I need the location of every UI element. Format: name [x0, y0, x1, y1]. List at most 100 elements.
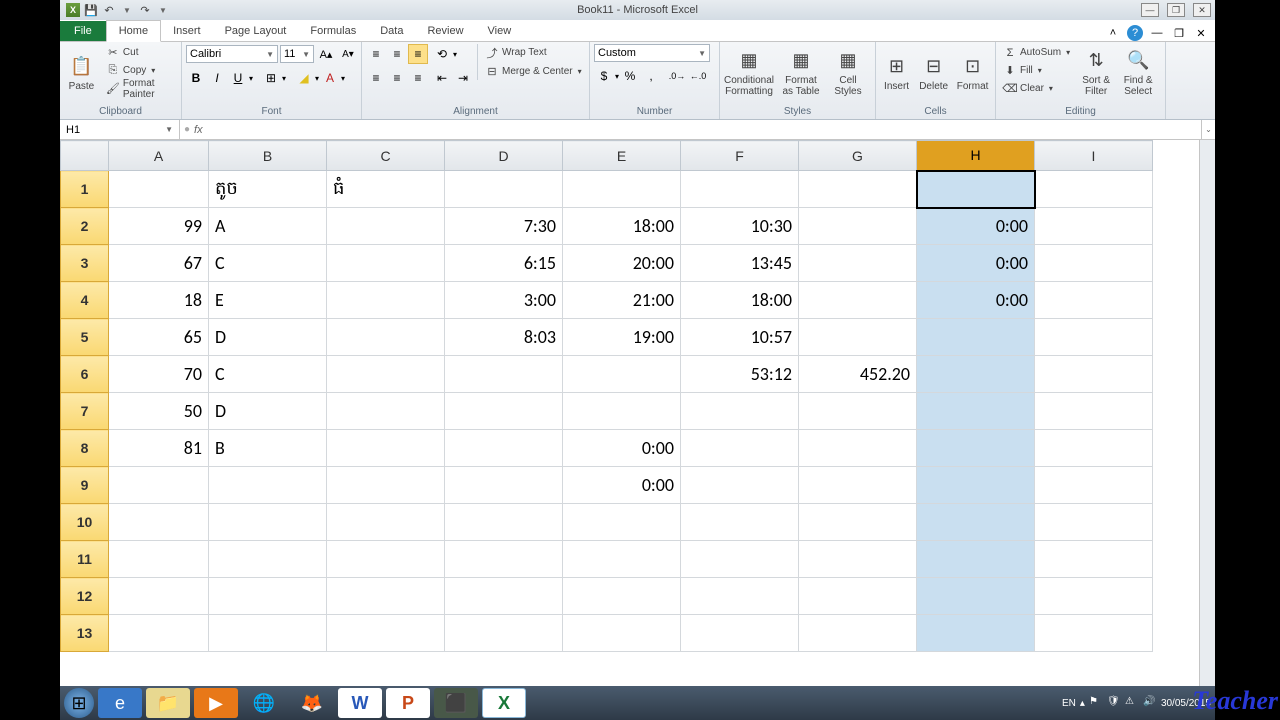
- tray-chevron-icon[interactable]: ▴: [1080, 698, 1085, 709]
- row-header-6[interactable]: 6: [61, 356, 109, 393]
- cell-B13[interactable]: [209, 615, 327, 652]
- cell-E6[interactable]: [563, 356, 681, 393]
- row-header-10[interactable]: 10: [61, 504, 109, 541]
- find-select-button[interactable]: 🔍Find & Select: [1119, 44, 1157, 102]
- cell-G11[interactable]: [799, 541, 917, 578]
- col-header-B[interactable]: B: [209, 141, 327, 171]
- cell-I1[interactable]: [1035, 171, 1153, 208]
- decrease-font-icon[interactable]: A▾: [338, 44, 358, 64]
- cell-C11[interactable]: [327, 541, 445, 578]
- undo-icon[interactable]: ↶: [102, 3, 116, 17]
- cell-E4[interactable]: 21:00: [563, 282, 681, 319]
- cell-G7[interactable]: [799, 393, 917, 430]
- tab-page-layout[interactable]: Page Layout: [213, 21, 299, 41]
- italic-button[interactable]: I: [207, 68, 227, 88]
- format-as-table-button[interactable]: ▦Format as Table: [778, 44, 824, 102]
- cell-E7[interactable]: [563, 393, 681, 430]
- align-right-button[interactable]: ≡: [408, 68, 428, 88]
- cell-D2[interactable]: 7:30: [445, 208, 563, 245]
- taskbar-chrome[interactable]: 🌐: [242, 688, 286, 718]
- cell-B3[interactable]: C: [209, 245, 327, 282]
- fx-icon[interactable]: fx: [194, 124, 203, 136]
- qat-customize-icon[interactable]: ▼: [156, 3, 170, 17]
- redo-icon[interactable]: ↷: [138, 3, 152, 17]
- number-format-dropdown[interactable]: Custom▼: [594, 44, 710, 62]
- cell-E10[interactable]: [563, 504, 681, 541]
- underline-button[interactable]: U: [228, 68, 248, 88]
- cell-D12[interactable]: [445, 578, 563, 615]
- cell-C6[interactable]: [327, 356, 445, 393]
- cell-H1[interactable]: [917, 171, 1035, 208]
- cell-F10[interactable]: [681, 504, 799, 541]
- border-button[interactable]: ⊞: [261, 68, 281, 88]
- taskbar-media[interactable]: ▶: [194, 688, 238, 718]
- increase-indent-button[interactable]: ⇥: [453, 68, 473, 88]
- cell-F12[interactable]: [681, 578, 799, 615]
- decrease-indent-button[interactable]: ⇤: [432, 68, 452, 88]
- row-header-5[interactable]: 5: [61, 319, 109, 356]
- cell-F2[interactable]: 10:30: [681, 208, 799, 245]
- cell-A7[interactable]: 50: [109, 393, 209, 430]
- cell-F9[interactable]: [681, 467, 799, 504]
- taskbar-word[interactable]: W: [338, 688, 382, 718]
- font-color-button[interactable]: A: [320, 68, 340, 88]
- align-center-button[interactable]: ≡: [387, 68, 407, 88]
- cell-B9[interactable]: [209, 467, 327, 504]
- comma-button[interactable]: ,: [641, 66, 661, 86]
- cell-G10[interactable]: [799, 504, 917, 541]
- cell-B12[interactable]: [209, 578, 327, 615]
- cell-G5[interactable]: [799, 319, 917, 356]
- spreadsheet-grid[interactable]: ABCDEFGHI1តូចធំ299A7:3018:0010:300:00367…: [60, 140, 1199, 686]
- cell-H2[interactable]: 0:00: [917, 208, 1035, 245]
- clear-button[interactable]: ⌫Clear▾: [1000, 80, 1073, 97]
- cell-F7[interactable]: [681, 393, 799, 430]
- cell-B11[interactable]: [209, 541, 327, 578]
- cell-G4[interactable]: [799, 282, 917, 319]
- merge-center-button[interactable]: ⊟Merge & Center▾: [482, 63, 585, 80]
- row-header-11[interactable]: 11: [61, 541, 109, 578]
- cell-C12[interactable]: [327, 578, 445, 615]
- cell-H5[interactable]: [917, 319, 1035, 356]
- workbook-restore-icon[interactable]: ❐: [1171, 25, 1187, 41]
- wrap-text-button[interactable]: ⤴Wrap Text: [482, 44, 585, 61]
- cell-F13[interactable]: [681, 615, 799, 652]
- cell-A8[interactable]: 81: [109, 430, 209, 467]
- cut-button[interactable]: ✂Cut: [103, 44, 177, 61]
- cell-B1[interactable]: តូច: [209, 171, 327, 208]
- cancel-formula-icon[interactable]: ●: [184, 124, 190, 135]
- cell-H6[interactable]: [917, 356, 1035, 393]
- cell-H13[interactable]: [917, 615, 1035, 652]
- cell-B10[interactable]: [209, 504, 327, 541]
- cell-B6[interactable]: C: [209, 356, 327, 393]
- cell-C2[interactable]: [327, 208, 445, 245]
- tab-home[interactable]: Home: [106, 20, 161, 42]
- cell-G1[interactable]: [799, 171, 917, 208]
- taskbar-ie[interactable]: e: [98, 688, 142, 718]
- conditional-formatting-button[interactable]: ▦Conditional Formatting: [724, 44, 774, 102]
- tab-view[interactable]: View: [476, 21, 524, 41]
- cell-I8[interactable]: [1035, 430, 1153, 467]
- cell-H9[interactable]: [917, 467, 1035, 504]
- save-icon[interactable]: 💾: [84, 3, 98, 17]
- tray-lang[interactable]: EN: [1062, 698, 1076, 709]
- cell-G9[interactable]: [799, 467, 917, 504]
- increase-decimal-button[interactable]: .0→: [667, 66, 687, 86]
- cell-C4[interactable]: [327, 282, 445, 319]
- align-middle-button[interactable]: ≡: [387, 44, 407, 64]
- cell-A6[interactable]: 70: [109, 356, 209, 393]
- cell-E9[interactable]: 0:00: [563, 467, 681, 504]
- start-button[interactable]: ⊞: [64, 688, 94, 718]
- cell-I9[interactable]: [1035, 467, 1153, 504]
- align-top-button[interactable]: ≡: [366, 44, 386, 64]
- cell-A11[interactable]: [109, 541, 209, 578]
- align-left-button[interactable]: ≡: [366, 68, 386, 88]
- format-painter-button[interactable]: 🖌Format Painter: [103, 80, 177, 97]
- col-header-H[interactable]: H: [917, 141, 1035, 171]
- cell-E1[interactable]: [563, 171, 681, 208]
- cell-E13[interactable]: [563, 615, 681, 652]
- cell-I2[interactable]: [1035, 208, 1153, 245]
- cell-D9[interactable]: [445, 467, 563, 504]
- fill-button[interactable]: ⬇Fill▾: [1000, 62, 1073, 79]
- col-header-C[interactable]: C: [327, 141, 445, 171]
- cell-C13[interactable]: [327, 615, 445, 652]
